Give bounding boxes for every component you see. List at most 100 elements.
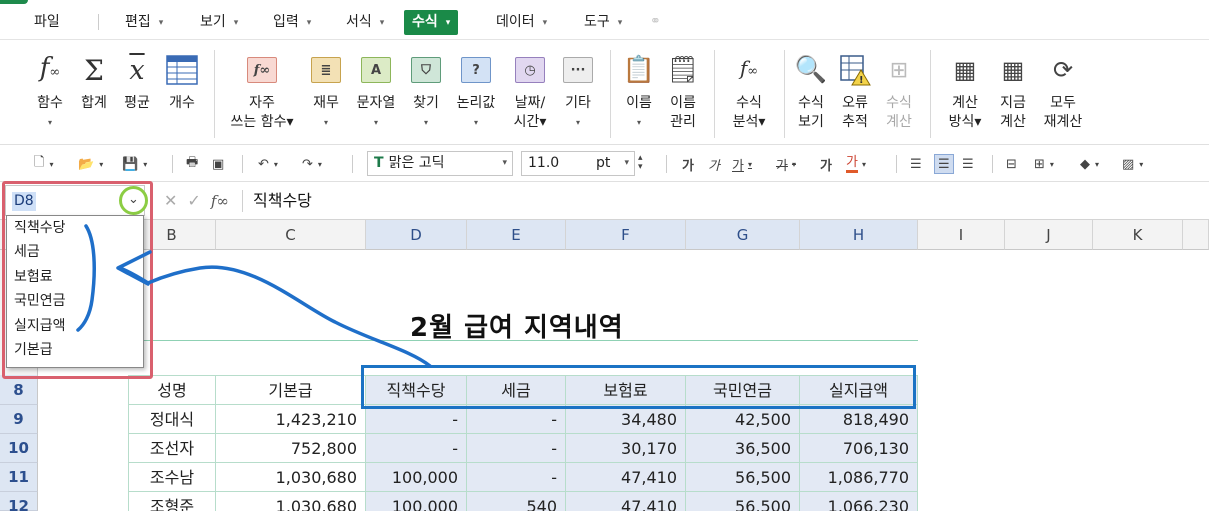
table-cell[interactable]: 47,410 (566, 492, 686, 511)
finance-button[interactable]: ≣ 재무 ▾ (306, 50, 346, 132)
count-button[interactable]: 개수 (162, 50, 202, 113)
function-button[interactable]: f∞ 함수 ▾ (30, 50, 70, 132)
row-header-9[interactable]: 9 (0, 405, 38, 434)
table-cell[interactable]: 34,480 (566, 405, 686, 434)
undo-icon[interactable]: ↶ ▾ (258, 154, 278, 174)
dropdown-option[interactable]: 기본급 (7, 338, 143, 362)
dropdown-option[interactable]: 국민연금 (7, 289, 143, 313)
menu-edit[interactable]: 편집 ▾ (125, 11, 163, 33)
calc-method-button[interactable]: ▦ 계산 방식▾ (942, 50, 988, 132)
table-cell[interactable]: 정대식 (128, 405, 216, 434)
pattern-icon[interactable]: ▨ ▾ (1122, 154, 1143, 174)
column-header-k[interactable]: K (1093, 220, 1183, 250)
dropdown-option[interactable]: 실지급액 (7, 314, 143, 338)
menu-format[interactable]: 서식 ▾ (346, 11, 384, 33)
name-box[interactable]: D8 ⌄ (5, 185, 148, 216)
font-name-select[interactable]: T 맑은 고딕 ▾ (367, 151, 513, 176)
check-icon[interactable]: ✓ (187, 191, 200, 210)
border-icon[interactable]: ⊞ ▾ (1034, 154, 1054, 174)
column-header-c[interactable]: C (216, 220, 366, 250)
name-box-dropdown-button[interactable]: ⌄ (119, 186, 148, 215)
table-header-cell[interactable]: 국민연금 (686, 375, 800, 405)
menu-insert[interactable]: 입력 ▾ (273, 11, 311, 33)
formula-calc-button[interactable]: ⊞ 수식 계산 (880, 50, 918, 132)
table-cell[interactable]: 100,000 (366, 463, 467, 492)
column-header-i[interactable]: I (918, 220, 1005, 250)
table-cell[interactable]: 540 (467, 492, 566, 511)
strikethrough-button[interactable]: 가 ▾ (776, 154, 796, 174)
table-cell[interactable]: 1,030,680 (216, 463, 366, 492)
table-cell[interactable]: - (467, 463, 566, 492)
table-header-cell[interactable]: 직책수당 (366, 375, 467, 405)
name-manager-button[interactable]: 🗒 이름 관리 (664, 50, 702, 132)
dropdown-option[interactable]: 보험료 (7, 265, 143, 289)
table-cell[interactable]: 818,490 (800, 405, 918, 434)
table-header-cell[interactable]: 세금 (467, 375, 566, 405)
print-preview-icon[interactable]: ▣ (212, 154, 224, 174)
text-functions-button[interactable]: A 문자열 ▾ (352, 50, 400, 132)
column-header-e[interactable]: E (467, 220, 566, 250)
table-cell[interactable]: 706,130 (800, 434, 918, 463)
print-icon[interactable]: 🖶 (186, 154, 198, 174)
table-cell[interactable]: 1,423,210 (216, 405, 366, 434)
table-cell[interactable]: 47,410 (566, 463, 686, 492)
sum-button[interactable]: Σ 합계 (76, 50, 112, 113)
other-functions-button[interactable]: ··· 기타 ▾ (558, 50, 598, 132)
table-cell[interactable]: 30,170 (566, 434, 686, 463)
menu-data[interactable]: 데이터 ▾ (496, 11, 547, 33)
table-cell[interactable]: - (366, 405, 467, 434)
show-formula-button[interactable]: 🔍 수식 보기 (792, 50, 830, 132)
font-color-button[interactable]: 가 ▾ (846, 154, 866, 174)
logical-button[interactable]: ? 논리값 ▾ (452, 50, 500, 132)
average-button[interactable]: x 평균 (118, 50, 156, 113)
column-header-f[interactable]: F (566, 220, 686, 250)
sheet-title[interactable]: 2월 급여 지역내역 (410, 307, 624, 344)
table-cell[interactable]: 1,086,770 (800, 463, 918, 492)
frequent-functions-button[interactable]: f∞ 자주 쓰는 함수▾ (220, 50, 304, 132)
menu-file[interactable]: 파일 (34, 11, 60, 33)
open-folder-icon[interactable]: 📂 ▾ (78, 154, 103, 174)
datetime-button[interactable]: ◷ 날짜/ 시간▾ (508, 50, 552, 132)
table-header-cell[interactable]: 보험료 (566, 375, 686, 405)
font-size-select[interactable]: 11.0 pt ▾ (521, 151, 635, 176)
align-right-icon[interactable]: ☰ (962, 154, 974, 174)
table-header-cell[interactable]: 기본급 (216, 375, 366, 405)
dropdown-option[interactable]: 세금 (7, 240, 143, 264)
row-header-10[interactable]: 10 (0, 434, 38, 463)
table-cell[interactable]: - (366, 434, 467, 463)
bold-button[interactable]: 가 (682, 154, 694, 174)
font-size-stepper[interactable]: ▴ ▾ (638, 154, 643, 174)
table-cell[interactable]: 100,000 (366, 492, 467, 511)
dropdown-option[interactable]: 직책수당 (7, 216, 143, 240)
cancel-icon[interactable]: ✕ (164, 191, 177, 210)
recalc-all-button[interactable]: ⟳ 모두 재계산 (1038, 50, 1088, 132)
table-cell[interactable]: 조선자 (128, 434, 216, 463)
align-left-icon[interactable]: ☰ (910, 154, 922, 174)
italic-button[interactable]: 가 (708, 154, 720, 174)
name-box-cell-ref[interactable]: D8 (12, 192, 36, 211)
column-header-j[interactable]: J (1005, 220, 1093, 250)
formula-analysis-button[interactable]: f∞ 수식 분석▾ (726, 50, 772, 132)
lookup-button[interactable]: ⛉ 찾기 ▾ (406, 50, 446, 132)
ribbon-collapse-icon[interactable]: ⚭ (650, 11, 661, 33)
row-header-12[interactable]: 12 (0, 492, 38, 511)
merge-cells-icon[interactable]: ⊟ (1006, 154, 1017, 174)
fill-color-icon[interactable]: ◆ ▾ (1080, 154, 1099, 174)
table-cell[interactable]: 36,500 (686, 434, 800, 463)
table-header-cell[interactable]: 실지급액 (800, 375, 918, 405)
new-document-icon[interactable]: 🗋 ▾ (34, 154, 53, 174)
formula-input[interactable]: 직책수당 (242, 190, 312, 212)
shadow-button[interactable]: 가 (820, 154, 832, 174)
error-trace-button[interactable]: ! 오류 추적 (836, 50, 874, 132)
name-button[interactable]: 📋 이름 ▾ (620, 50, 658, 132)
column-header-d[interactable]: D (366, 220, 467, 250)
row-header-11[interactable]: 11 (0, 463, 38, 492)
table-cell[interactable]: 42,500 (686, 405, 800, 434)
menu-tools[interactable]: 도구 ▾ (584, 11, 622, 33)
insert-function-icon[interactable]: f∞ (211, 192, 229, 210)
column-header-g[interactable]: G (686, 220, 800, 250)
table-cell[interactable]: - (467, 405, 566, 434)
table-cell[interactable]: 56,500 (686, 463, 800, 492)
redo-icon[interactable]: ↷ ▾ (302, 154, 322, 174)
row-header-8[interactable]: 8 (0, 375, 38, 405)
